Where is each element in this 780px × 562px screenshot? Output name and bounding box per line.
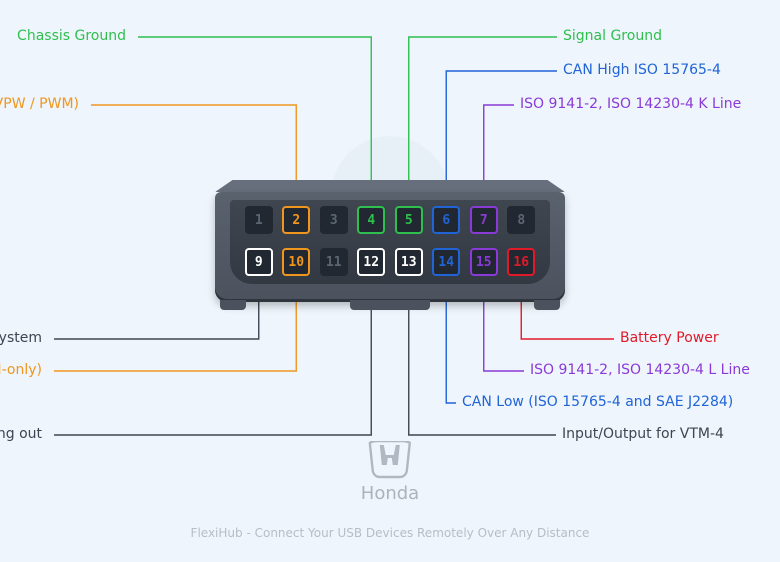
label-can_high: CAN High ISO 15765-4 xyxy=(563,62,727,78)
label-vtm4: Input/Output for VTM-4 xyxy=(562,426,730,442)
pin-12: 12 xyxy=(357,248,385,276)
label-sae_minus: SAE J1850 Bus - (PWM-only) xyxy=(0,362,48,378)
pin-9: 9 xyxy=(245,248,273,276)
pin-5: 5 xyxy=(395,206,423,234)
label-battery: Battery Power xyxy=(620,330,725,346)
pin-3: 3 xyxy=(320,206,348,234)
honda-h-icon xyxy=(367,441,413,479)
label-scs: SCS Service Check System xyxy=(0,330,48,346)
pin-15: 15 xyxy=(470,248,498,276)
obd-connector: 12345678 910111213141516 xyxy=(215,180,565,314)
pin-1: 1 xyxy=(245,206,273,234)
label-iso_k_line: ISO 9141-2, ISO 14230-4 K Line xyxy=(520,96,747,112)
pin-11: 11 xyxy=(320,248,348,276)
pin-2: 2 xyxy=(282,206,310,234)
label-programming_out: Programming out xyxy=(0,426,48,442)
label-signal_ground: Signal Ground xyxy=(563,28,668,44)
pin-16: 16 xyxy=(507,248,535,276)
pin-13: 13 xyxy=(395,248,423,276)
label-can_low: CAN Low (ISO 15765-4 and SAE J2284) xyxy=(462,394,739,410)
honda-logo: Honda xyxy=(361,441,419,504)
brand-name: Honda xyxy=(361,483,419,504)
pin-14: 14 xyxy=(432,248,460,276)
label-iso_l_line: ISO 9141-2, ISO 14230-4 L Line xyxy=(530,362,756,378)
label-chassis_ground: Chassis Ground xyxy=(17,28,132,44)
pin-7: 7 xyxy=(470,206,498,234)
footer-text: FlexiHub - Connect Your USB Devices Remo… xyxy=(0,526,780,540)
pin-4: 4 xyxy=(357,206,385,234)
pin-10: 10 xyxy=(282,248,310,276)
label-sae_plus: SAE J1850 Bus + (VPW / PWM) xyxy=(0,96,85,112)
pin-8: 8 xyxy=(507,206,535,234)
pin-6: 6 xyxy=(432,206,460,234)
